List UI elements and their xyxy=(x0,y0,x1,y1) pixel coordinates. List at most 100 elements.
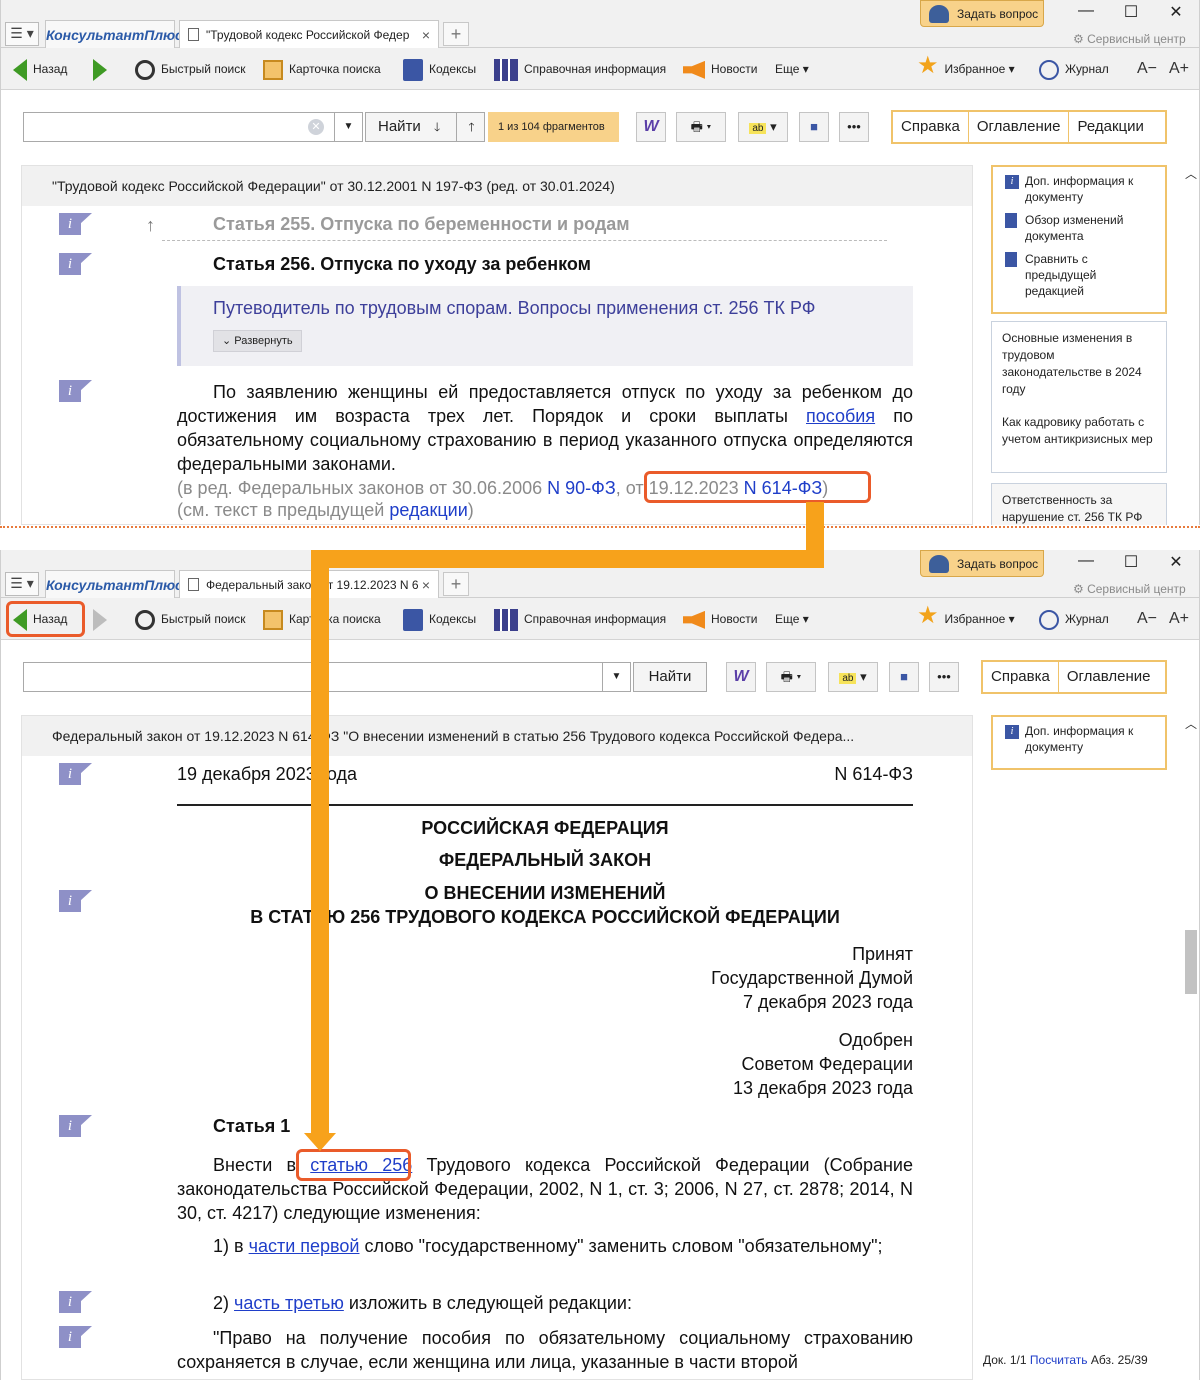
up-arrow-icon[interactable]: ↑ xyxy=(146,213,155,237)
more-actions-button[interactable]: ••• xyxy=(929,662,959,692)
codes-button[interactable]: Кодексы xyxy=(403,598,476,640)
ask-question-button[interactable]: Задать вопрос xyxy=(920,550,1044,577)
sidebar-item-compare[interactable]: Сравнить с предыдущей редакцией xyxy=(1001,251,1157,299)
info-icon[interactable]: i xyxy=(59,1115,93,1137)
tab-contents[interactable]: Оглавление xyxy=(969,112,1070,142)
clear-icon[interactable]: ✕ xyxy=(308,119,324,135)
more-button[interactable]: Еще ▾ xyxy=(775,598,809,640)
maximize-button[interactable]: ☐ xyxy=(1116,2,1146,22)
edition-prefix: (в ред. Федеральных законов от 30.06.200… xyxy=(177,478,543,498)
tab-reference[interactable]: Справка xyxy=(983,662,1059,692)
sidebar-item-extra-info[interactable]: i Доп. информация к документу xyxy=(1001,173,1157,205)
word-export-button[interactable]: W xyxy=(726,662,756,692)
word-export-button[interactable]: W xyxy=(636,112,666,142)
brand-tab[interactable]: КонсультантПлюс xyxy=(45,20,183,48)
sidebar-info-item[interactable]: Как кадровику работать с учетом антикриз… xyxy=(1002,414,1156,448)
news-button[interactable]: Новости xyxy=(683,48,757,90)
favorites-button[interactable]: ★ Избранное ▾ xyxy=(917,598,1015,640)
benefit-link[interactable]: пособия xyxy=(806,406,875,426)
info-icon[interactable]: i xyxy=(59,380,93,402)
journal-button[interactable]: Журнал xyxy=(1039,48,1109,90)
new-tab-button[interactable]: + xyxy=(443,572,469,596)
font-decrease-button[interactable]: A− xyxy=(1137,598,1157,640)
part-three-link[interactable]: часть третью xyxy=(234,1293,344,1313)
close-window-button[interactable]: ✕ xyxy=(1161,2,1191,22)
sidebar-info-item[interactable]: Ответственность за нарушение ст. 256 ТК … xyxy=(1002,492,1156,525)
scroll-up-icon[interactable]: ︿ xyxy=(1183,715,1199,732)
minimize-button[interactable]: — xyxy=(1071,2,1101,20)
prev-fragment-button[interactable]: 🡑 xyxy=(456,113,486,141)
quick-search-button[interactable]: Быстрый поиск xyxy=(135,48,245,90)
info-icon[interactable]: i xyxy=(59,1326,93,1348)
count-link[interactable]: Посчитать xyxy=(1030,1353,1088,1367)
info-icon[interactable]: i xyxy=(59,763,93,785)
info-icon[interactable]: i xyxy=(59,213,93,235)
scrollbar[interactable]: ︿ xyxy=(1183,715,1199,1380)
find-button[interactable]: Найти xyxy=(633,662,707,692)
maximize-button[interactable]: ☐ xyxy=(1116,552,1146,572)
reference-button[interactable]: Справочная информация xyxy=(494,598,666,640)
minimize-button[interactable]: — xyxy=(1071,552,1101,570)
menu-icon[interactable]: ☰ ▾ xyxy=(5,572,39,596)
search-card-button[interactable]: Карточка поиска xyxy=(263,48,381,90)
close-window-button[interactable]: ✕ xyxy=(1161,552,1191,572)
menu-icon[interactable]: ☰ ▾ xyxy=(5,22,39,46)
brand-tab[interactable]: КонсультантПлюс xyxy=(45,570,183,598)
service-center-link[interactable]: ⚙ Сервисный центр xyxy=(1073,582,1186,596)
reference-button[interactable]: Справочная информация xyxy=(494,48,666,90)
status-document: Док. 1/1 xyxy=(983,1353,1027,1367)
document-tab[interactable]: Федеральный закон от 19.12.2023 N 6 × xyxy=(179,570,439,599)
codes-button[interactable]: Кодексы xyxy=(403,48,476,90)
scroll-thumb[interactable] xyxy=(1185,930,1197,994)
search-history-dropdown[interactable]: ▼ xyxy=(602,663,630,691)
close-tab-icon[interactable]: × xyxy=(422,21,430,49)
scrollbar[interactable]: ︿ xyxy=(1183,165,1199,525)
codes-label: Кодексы xyxy=(429,612,477,626)
new-tab-button[interactable]: + xyxy=(443,22,469,46)
comment-button[interactable]: ■ xyxy=(799,112,829,142)
more-button[interactable]: Еще ▾ xyxy=(775,48,809,90)
quick-search-button[interactable]: Быстрый поиск xyxy=(135,598,245,640)
sidebar-item-extra-info[interactable]: i Доп. информация к документу xyxy=(1001,723,1157,755)
close-tab-icon[interactable]: × xyxy=(422,571,430,599)
part-one-link[interactable]: части первой xyxy=(249,1236,360,1256)
favorites-button[interactable]: ★ Избранное ▾ xyxy=(917,48,1015,90)
info-icon[interactable]: i xyxy=(59,1291,93,1313)
highlight-button[interactable]: ab ▾ xyxy=(828,662,878,692)
tab-reference[interactable]: Справка xyxy=(893,112,969,142)
expand-button[interactable]: ⌄ Развернуть xyxy=(213,330,302,352)
previous-edition-link[interactable]: редакции xyxy=(389,500,467,520)
back-button[interactable]: Назад xyxy=(13,48,67,90)
search-input[interactable]: ✕ ▼ xyxy=(23,112,363,142)
more-actions-button[interactable]: ••• xyxy=(839,112,869,142)
search-history-dropdown[interactable]: ▼ xyxy=(334,113,362,141)
highlight-button[interactable]: ab ▾ xyxy=(738,112,788,142)
print-button[interactable]: 🖶 ▾ xyxy=(766,662,816,692)
scroll-up-icon[interactable]: ︿ xyxy=(1183,165,1199,182)
font-increase-button[interactable]: A+ xyxy=(1169,598,1189,640)
info-icon[interactable]: i xyxy=(59,890,93,912)
print-button[interactable]: 🖶 ▾ xyxy=(676,112,726,142)
forward-button[interactable] xyxy=(93,48,113,90)
guide-link[interactable]: Путеводитель по трудовым спорам. Вопросы… xyxy=(213,296,816,320)
law-90-link[interactable]: N 90-ФЗ xyxy=(547,478,616,498)
news-button[interactable]: Новости xyxy=(683,598,757,640)
service-center-link[interactable]: ⚙ Сервисный центр xyxy=(1073,32,1186,46)
sidebar-link-label: Обзор изменений документа xyxy=(1025,213,1124,243)
journal-button[interactable]: Журнал xyxy=(1039,598,1109,640)
service-center-label: Сервисный центр xyxy=(1087,32,1186,46)
prev-article-title[interactable]: Статья 255. Отпуска по беременности и ро… xyxy=(162,212,887,241)
find-button[interactable]: Найти xyxy=(378,113,421,141)
sidebar-info-item[interactable]: Основные изменения в трудовом законодате… xyxy=(1002,330,1156,398)
comment-button[interactable]: ■ xyxy=(889,662,919,692)
font-increase-button[interactable]: A+ xyxy=(1169,48,1189,90)
paragraph: По заявлению женщины ей предоставляется … xyxy=(177,380,913,476)
tab-editions[interactable]: Редакции xyxy=(1069,112,1151,142)
next-fragment-button[interactable]: 🡓 xyxy=(434,113,440,141)
sidebar-item-changes-review[interactable]: Обзор изменений документа xyxy=(1001,212,1157,244)
font-decrease-button[interactable]: A− xyxy=(1137,48,1157,90)
tab-contents[interactable]: Оглавление xyxy=(1059,662,1159,692)
ask-question-button[interactable]: Задать вопрос xyxy=(920,0,1044,27)
info-icon[interactable]: i xyxy=(59,253,93,275)
document-tab[interactable]: "Трудовой кодекс Российской Федер × xyxy=(179,20,439,49)
